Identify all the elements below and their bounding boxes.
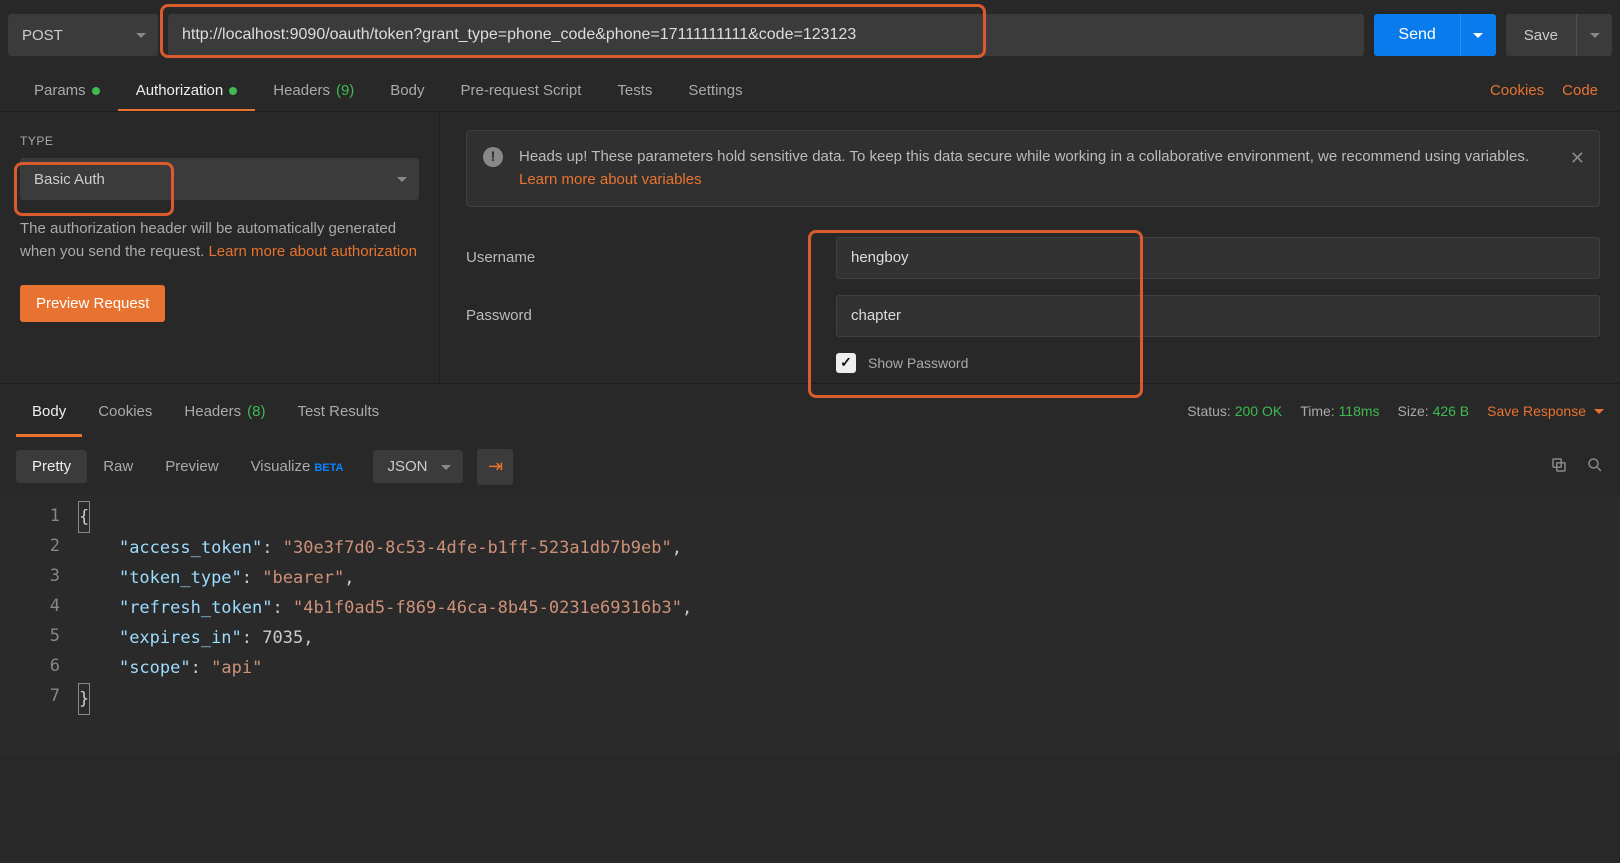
view-visualize[interactable]: VisualizeBETA	[235, 450, 360, 483]
response-tab-cookies[interactable]: Cookies	[82, 391, 168, 432]
send-button-label: Send	[1374, 26, 1459, 44]
chevron-down-icon	[441, 465, 451, 470]
response-tab-test-results[interactable]: Test Results	[281, 391, 395, 432]
response-tab-body[interactable]: Body	[16, 391, 82, 432]
code-link[interactable]: Code	[1562, 82, 1598, 99]
http-method-value: POST	[22, 27, 63, 44]
show-password-label: Show Password	[868, 355, 968, 371]
status-value: 200 OK	[1235, 403, 1282, 419]
response-body: 1 2 3 4 5 6 7 { "access_token": "30e3f7d…	[0, 495, 1620, 755]
headers-count: (9)	[336, 82, 354, 99]
tab-label: Settings	[688, 82, 742, 99]
code-content[interactable]: { "access_token": "30e3f7d0-8c53-4dfe-b1…	[78, 501, 1620, 715]
size-label: Size:	[1398, 403, 1429, 419]
send-button[interactable]: Send	[1374, 14, 1495, 56]
view-pretty[interactable]: Pretty	[16, 450, 87, 483]
time-label: Time:	[1300, 403, 1334, 419]
tab-headers[interactable]: Headers (9)	[255, 70, 372, 111]
copy-icon	[1550, 456, 1568, 474]
view-preview[interactable]: Preview	[149, 450, 234, 483]
password-label: Password	[466, 307, 836, 324]
chevron-down-icon	[136, 33, 146, 38]
url-input[interactable]	[168, 14, 1364, 56]
chevron-down-icon	[397, 177, 407, 182]
http-method-select[interactable]: POST	[8, 14, 158, 56]
learn-more-authorization-link[interactable]: Learn more about authorization	[208, 243, 416, 260]
response-headers-count: (8)	[247, 403, 265, 420]
response-tab-headers[interactable]: Headers (8)	[168, 391, 281, 432]
auth-type-value: Basic Auth	[34, 171, 105, 188]
learn-more-variables-link[interactable]: Learn more about variables	[519, 171, 702, 188]
close-icon[interactable]: ✕	[1570, 145, 1585, 173]
type-label: TYPE	[20, 134, 419, 148]
time-value: 118ms	[1339, 403, 1380, 419]
wrap-lines-button[interactable]: ⇥	[477, 449, 513, 485]
search-button[interactable]	[1586, 456, 1604, 478]
size-value: 426 B	[1433, 403, 1470, 419]
save-button-dropdown[interactable]	[1576, 14, 1612, 56]
tab-label: Headers	[273, 82, 330, 99]
body-format-select[interactable]: JSON	[373, 450, 463, 483]
auth-type-select[interactable]: Basic Auth	[20, 158, 419, 200]
show-password-checkbox[interactable]: ✓	[836, 353, 856, 373]
view-raw[interactable]: Raw	[87, 450, 149, 483]
save-button-label: Save	[1506, 27, 1576, 44]
tab-label: Body	[390, 82, 424, 99]
tab-settings[interactable]: Settings	[670, 70, 760, 111]
copy-button[interactable]	[1550, 456, 1568, 478]
tab-authorization[interactable]: Authorization	[118, 70, 256, 111]
auth-help-text: The authorization header will be automat…	[20, 218, 419, 263]
save-button[interactable]: Save	[1506, 14, 1612, 56]
status-label: Status:	[1187, 403, 1231, 419]
tab-params[interactable]: Params	[16, 70, 118, 111]
active-dot-icon	[229, 87, 237, 95]
line-numbers: 1 2 3 4 5 6 7	[0, 501, 78, 715]
save-response-button[interactable]: Save Response	[1487, 403, 1604, 419]
send-button-dropdown[interactable]	[1460, 14, 1496, 56]
username-label: Username	[466, 249, 836, 266]
tab-label: Tests	[617, 82, 652, 99]
search-icon	[1586, 456, 1604, 474]
sensitive-data-alert: ! Heads up! These parameters hold sensit…	[466, 130, 1600, 207]
active-dot-icon	[92, 87, 100, 95]
tab-label: Authorization	[136, 82, 224, 99]
tab-body[interactable]: Body	[372, 70, 442, 111]
wrap-icon: ⇥	[488, 456, 503, 477]
username-field[interactable]	[836, 237, 1600, 279]
tab-label: Pre-request Script	[461, 82, 582, 99]
chevron-down-icon	[1594, 409, 1604, 414]
tab-prerequest[interactable]: Pre-request Script	[443, 70, 600, 111]
chevron-down-icon	[1590, 33, 1600, 38]
tab-tests[interactable]: Tests	[599, 70, 670, 111]
tab-label: Params	[34, 82, 86, 99]
warning-icon: !	[483, 147, 503, 167]
preview-request-button[interactable]: Preview Request	[20, 285, 165, 322]
chevron-down-icon	[1473, 33, 1483, 38]
beta-badge: BETA	[314, 462, 343, 474]
cookies-link[interactable]: Cookies	[1490, 82, 1544, 99]
password-field[interactable]	[836, 295, 1600, 337]
